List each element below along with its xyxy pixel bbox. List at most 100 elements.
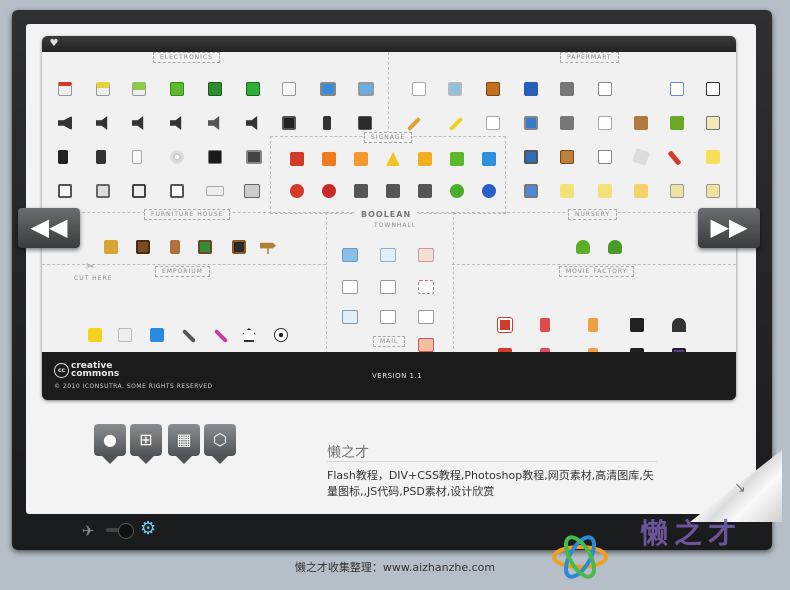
speaker-adjust-icon[interactable]	[246, 116, 258, 130]
envelope-pin-icon[interactable]	[380, 310, 396, 324]
marker-icon[interactable]	[213, 328, 229, 344]
note-pin-alt-icon[interactable]	[598, 184, 612, 198]
speaker-mute-icon[interactable]	[208, 116, 220, 130]
help-book-icon[interactable]	[524, 82, 538, 96]
tree-alt-icon[interactable]	[608, 240, 622, 254]
monitor-alt-icon[interactable]	[358, 82, 374, 96]
envelope-closed-icon[interactable]	[342, 280, 358, 294]
sticky-note-icon[interactable]	[706, 150, 720, 164]
ipod-icon[interactable]	[58, 150, 68, 164]
envelope-icon[interactable]	[634, 116, 648, 130]
camera-icon[interactable]	[524, 150, 538, 164]
calendar-icon[interactable]	[598, 82, 612, 96]
folder-icon[interactable]	[634, 184, 648, 198]
previous-button[interactable]: ◀◀	[18, 208, 80, 248]
music-file-icon[interactable]	[670, 82, 684, 96]
circle-help-icon[interactable]	[482, 184, 496, 198]
enter-key-icon[interactable]	[386, 184, 400, 198]
calendar-alt-icon[interactable]	[598, 150, 612, 164]
postcard-icon[interactable]	[342, 310, 358, 324]
airplane-icon[interactable]: ✈	[82, 522, 95, 540]
soccer-ball-icon[interactable]	[274, 328, 288, 342]
id-card-alt-icon[interactable]	[706, 184, 720, 198]
tag-icon[interactable]	[632, 148, 650, 166]
home-icon[interactable]	[242, 328, 256, 342]
usb-drive-icon[interactable]	[323, 116, 331, 130]
creative-commons-logo[interactable]: cc creative commons	[54, 362, 119, 379]
star-doc-icon[interactable]	[706, 116, 720, 130]
speaker-mid-icon[interactable]	[132, 116, 144, 130]
sign-dash-icon[interactable]	[418, 152, 432, 166]
rss-icon[interactable]	[354, 152, 368, 166]
document-icon[interactable]	[486, 116, 500, 130]
printer-icon[interactable]	[244, 184, 260, 198]
signpost-icon[interactable]	[260, 242, 276, 254]
circle-check-icon[interactable]	[450, 184, 464, 198]
box-button[interactable]: ⬡	[204, 424, 236, 464]
next-button[interactable]: ▶▶	[698, 208, 760, 248]
highlighter-icon[interactable]	[448, 116, 464, 132]
tv-icon[interactable]	[246, 150, 262, 164]
chalkboard-icon[interactable]	[198, 240, 212, 254]
tablet-white-icon[interactable]	[170, 184, 184, 198]
battery-charging-icon[interactable]	[246, 82, 260, 96]
calculator-icon[interactable]	[358, 116, 372, 130]
clock-icon[interactable]	[208, 150, 222, 164]
checker-button[interactable]: ▦	[168, 424, 200, 464]
ticket-icon[interactable]	[540, 318, 550, 332]
tablet-dark-icon[interactable]	[132, 184, 146, 198]
tablet-icon[interactable]	[58, 184, 72, 198]
battery-mid-icon[interactable]	[96, 82, 110, 96]
yellow-bag-icon[interactable]	[88, 328, 102, 342]
mail-inbox-icon[interactable]	[342, 248, 358, 262]
photo-icon[interactable]	[524, 116, 538, 130]
green-doc-icon[interactable]	[670, 116, 684, 130]
blue-bag-icon[interactable]	[150, 328, 164, 342]
painting-icon[interactable]	[136, 240, 150, 254]
minus-key-icon[interactable]	[418, 184, 432, 198]
envelope-open-red-icon[interactable]	[418, 338, 434, 352]
ticket-orange-icon[interactable]	[588, 318, 598, 332]
red-pencil-icon[interactable]	[667, 150, 682, 166]
battery-power-icon[interactable]	[208, 82, 222, 96]
floppy-disk-icon[interactable]	[282, 116, 296, 130]
battery-empty-icon[interactable]	[282, 82, 296, 96]
white-bag-icon[interactable]	[118, 328, 132, 342]
sign-plus-icon[interactable]	[482, 152, 496, 166]
mail-letter-icon[interactable]	[418, 248, 434, 262]
sign-close-icon[interactable]	[290, 152, 304, 166]
battery-high-icon[interactable]	[132, 82, 146, 96]
frame-icon[interactable]	[232, 240, 246, 254]
airplane-mode-toggle[interactable]	[106, 523, 134, 539]
ipod-white-icon[interactable]	[132, 150, 142, 164]
address-book-icon[interactable]	[486, 82, 500, 96]
puzzle-file-icon[interactable]	[706, 82, 720, 96]
toggle-knob[interactable]	[118, 523, 134, 539]
pencil-icon[interactable]	[406, 116, 422, 132]
envelope-note-icon[interactable]	[418, 310, 434, 324]
circle-minus-icon[interactable]	[290, 184, 304, 198]
keyboard-icon[interactable]	[206, 186, 224, 196]
id-card-icon[interactable]	[670, 184, 684, 198]
mp3-player-icon[interactable]	[96, 150, 106, 164]
resize-arrows-icon[interactable]: ↘	[734, 480, 746, 496]
sign-minus-icon[interactable]	[322, 152, 336, 166]
cabinet-icon[interactable]	[560, 82, 574, 96]
battery-full-icon[interactable]	[170, 82, 184, 96]
scanner-icon[interactable]	[524, 184, 538, 198]
settings-gear-icon[interactable]: ⚙	[140, 518, 156, 539]
speaker-low-icon[interactable]	[96, 116, 108, 130]
film-reel-icon[interactable]	[672, 318, 686, 332]
windows-button[interactable]: ⊞	[130, 424, 162, 464]
command-key-icon[interactable]	[354, 184, 368, 198]
lock-icon[interactable]	[104, 240, 118, 254]
picture-icon[interactable]	[448, 82, 462, 96]
clipboard-icon[interactable]	[560, 150, 574, 164]
circle-close-icon[interactable]	[322, 184, 336, 198]
battery-low-icon[interactable]	[58, 82, 72, 96]
window-grid-icon[interactable]	[96, 184, 110, 198]
envelope-lines-icon[interactable]	[380, 280, 396, 294]
speaker-high-icon[interactable]	[170, 116, 182, 130]
apple-button[interactable]: ●	[94, 424, 126, 464]
clapperboard-icon[interactable]	[630, 318, 644, 332]
